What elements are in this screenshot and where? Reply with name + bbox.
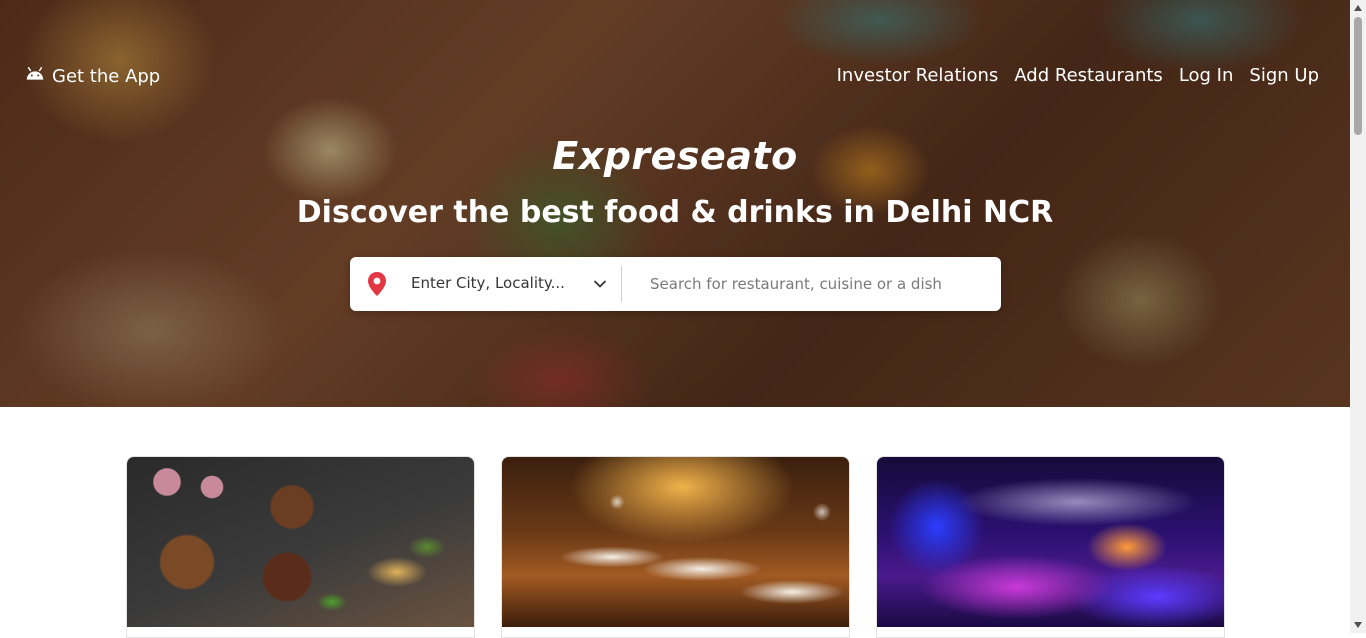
get-the-app-label: Get the App (52, 65, 161, 87)
top-nav: Investor Relations Add Restaurants Log I… (837, 65, 1319, 86)
collection-card-dining[interactable] (501, 456, 850, 638)
location-selector[interactable]: Enter City, Locality... (350, 257, 621, 311)
get-the-app-link[interactable]: Get the App (24, 65, 160, 87)
brand-logo: Expreseato (552, 134, 798, 178)
android-icon (26, 67, 44, 80)
hero-banner: Get the App Investor Relations Add Resta… (0, 0, 1350, 407)
scroll-up-arrow-icon[interactable] (1350, 0, 1366, 16)
location-pin-icon (368, 272, 386, 296)
collection-card-order-online[interactable] (126, 456, 475, 638)
nav-sign-up[interactable]: Sign Up (1249, 65, 1319, 86)
food-spread-image (127, 457, 474, 627)
nav-investor-relations[interactable]: Investor Relations (837, 65, 999, 86)
chevron-down-icon (594, 280, 606, 288)
location-value: Enter City, Locality... (411, 274, 565, 292)
collection-card-nightlife[interactable] (876, 456, 1225, 638)
hero-tagline: Discover the best food & drinks in Delhi… (296, 195, 1054, 230)
search-input[interactable] (622, 258, 1001, 310)
fine-dining-image (502, 457, 849, 627)
search-bar: Enter City, Locality... (350, 257, 1001, 311)
scroll-thumb[interactable] (1354, 17, 1362, 135)
nav-log-in[interactable]: Log In (1179, 65, 1234, 86)
scroll-down-arrow-icon[interactable] (1350, 617, 1366, 633)
nav-add-restaurants[interactable]: Add Restaurants (1014, 65, 1163, 86)
page-scrollbar[interactable] (1350, 0, 1366, 633)
nightlife-club-image (877, 457, 1224, 627)
